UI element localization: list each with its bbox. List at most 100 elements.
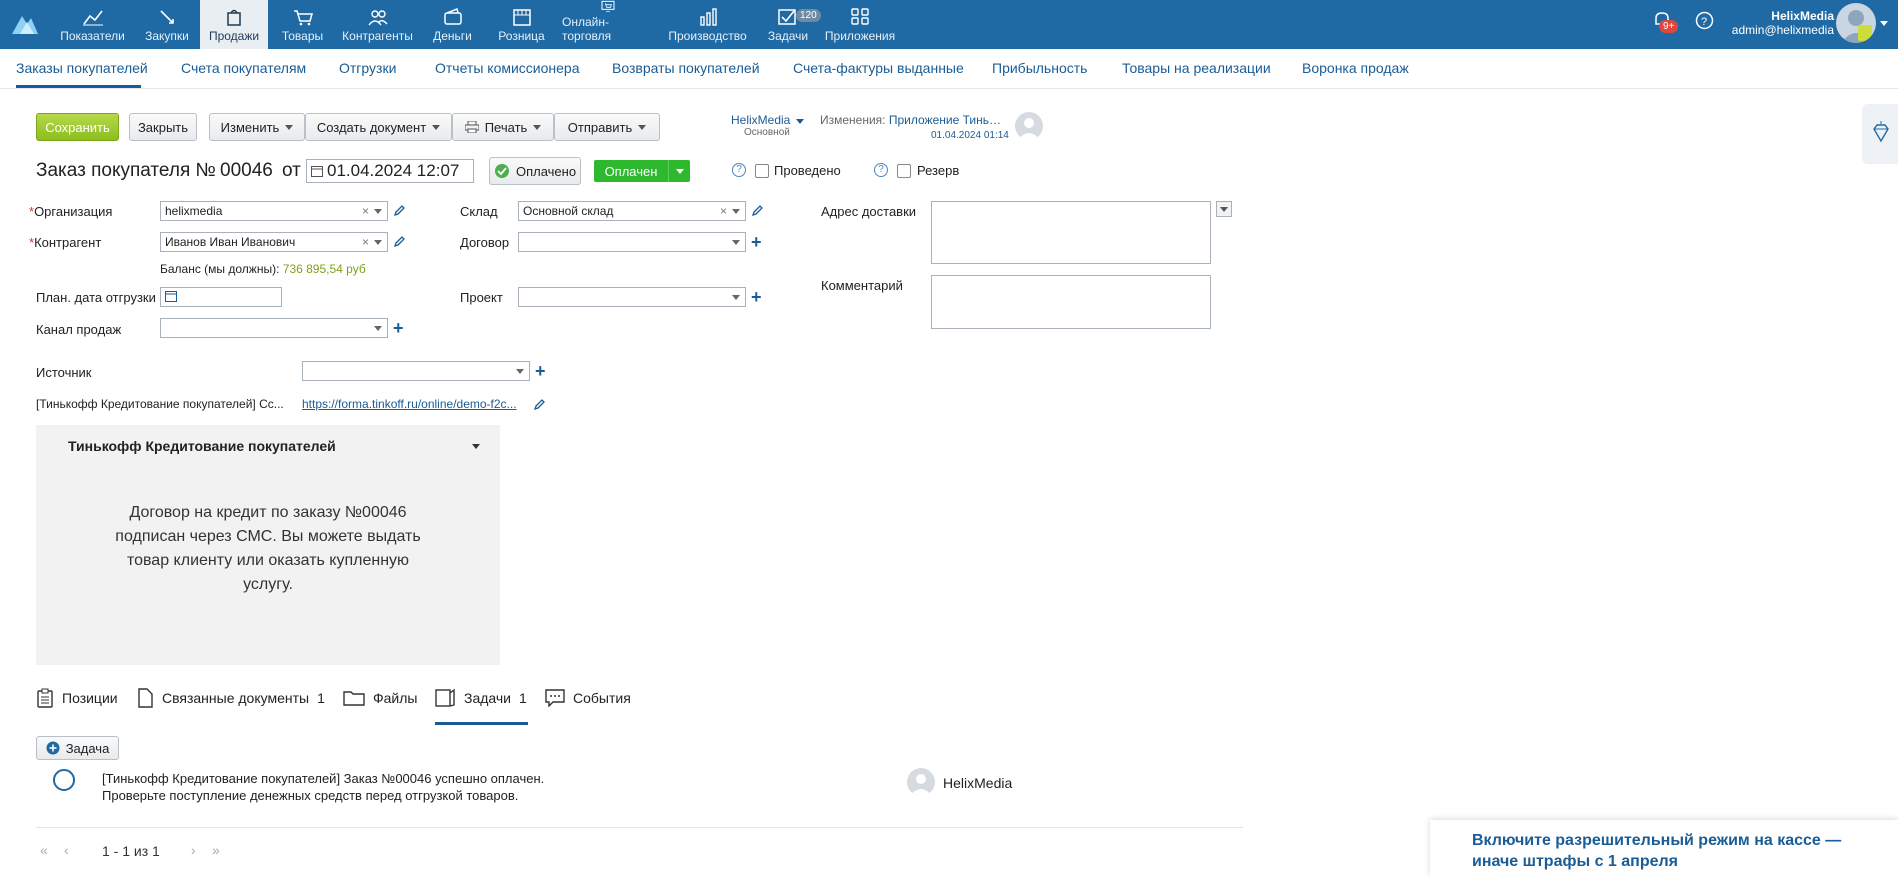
task-description[interactable]: [Тинькофф Кредитование покупателей] Зака… xyxy=(102,770,582,804)
moysklad-logo-icon[interactable] xyxy=(10,8,40,38)
tab-related-documents[interactable]: Связанные документы 1 xyxy=(136,680,325,716)
collapse-caret-icon[interactable] xyxy=(472,444,480,449)
user-menu-caret-icon[interactable] xyxy=(1880,21,1888,26)
changes-author-link[interactable]: Приложение Тинь… xyxy=(889,113,1001,127)
subnav-scheta[interactable]: Счета покупателям xyxy=(181,60,306,76)
user-name: HelixMedia xyxy=(1771,9,1834,23)
pencil-icon[interactable] xyxy=(393,205,405,217)
nav-kontragenty[interactable]: Контрагенты xyxy=(340,0,415,49)
source-select[interactable] xyxy=(302,361,530,381)
nav-proizvodstvo[interactable]: Производство xyxy=(665,0,750,49)
cash-register-promo-banner[interactable]: Включите разрешительный режим на кассе —… xyxy=(1430,820,1898,876)
pencil-icon[interactable] xyxy=(751,205,763,217)
ship-date-input[interactable] xyxy=(160,287,282,307)
pencil-icon[interactable] xyxy=(393,236,405,248)
subnav-pribylnost[interactable]: Прибыльность xyxy=(992,60,1087,76)
close-button[interactable]: Закрыть xyxy=(129,113,197,141)
changes-info: Изменения: Приложение Тинь… xyxy=(820,113,1001,127)
nav-zadachi[interactable]: Задачи xyxy=(762,0,814,49)
add-task-label: Задача xyxy=(65,740,110,756)
subnav-otchety[interactable]: Отчеты комиссионера xyxy=(435,60,580,76)
paid-toggle-button[interactable]: Оплачено xyxy=(489,157,581,185)
posted-help-icon[interactable]: ? xyxy=(732,163,746,177)
chevron-down-icon[interactable] xyxy=(516,369,524,374)
subnav-scheta-faktury[interactable]: Счета-фактуры выданные xyxy=(793,60,964,76)
owner-selector[interactable]: HelixMedia xyxy=(731,113,804,127)
nav-online-torgovlya[interactable]: Онлайн-торговля xyxy=(562,0,654,49)
warehouse-select[interactable]: Основной склад × xyxy=(518,201,746,221)
nav-zakupki[interactable]: Закупки xyxy=(138,0,196,49)
edit-button[interactable]: Изменить xyxy=(209,113,305,141)
nav-roznica[interactable]: Розница xyxy=(490,0,553,49)
chevron-down-icon xyxy=(675,168,684,174)
side-panel-tab[interactable] xyxy=(1862,104,1898,164)
sales-channel-select[interactable] xyxy=(160,318,388,338)
chevron-down-icon[interactable] xyxy=(374,240,382,245)
reserve-checkbox[interactable] xyxy=(897,164,911,178)
add-project-plus-icon[interactable]: + xyxy=(751,288,762,306)
status-value: Оплачен xyxy=(604,163,658,179)
prev-page-icon[interactable]: ‹ xyxy=(64,842,69,858)
tab-files[interactable]: Файлы xyxy=(343,680,417,716)
add-task-button[interactable]: Задача xyxy=(36,736,119,760)
add-contract-plus-icon[interactable]: + xyxy=(751,233,762,251)
subnav-vozvraty[interactable]: Возвраты покупателей xyxy=(612,60,760,76)
posted-checkbox[interactable] xyxy=(755,164,769,178)
clear-icon[interactable]: × xyxy=(362,204,369,218)
organization-select[interactable]: helixmedia × xyxy=(160,201,388,221)
document-date-field[interactable]: 01.04.2024 12:07 xyxy=(306,159,474,183)
tab-tasks[interactable]: Задачи 1 xyxy=(434,680,527,716)
delivery-address-textarea[interactable] xyxy=(931,201,1211,264)
contract-select[interactable] xyxy=(518,232,746,252)
comment-textarea[interactable] xyxy=(931,275,1211,329)
subnav-zakazy[interactable]: Заказы покупателей xyxy=(16,60,148,76)
subnav-tovary-na-realizacii[interactable]: Товары на реализации xyxy=(1122,60,1271,76)
nav-dengi[interactable]: Деньги xyxy=(425,0,480,49)
nav-label: Деньги xyxy=(433,29,472,43)
status-selector[interactable]: Оплачен xyxy=(594,160,690,182)
calendar-icon xyxy=(311,166,323,177)
tab-events[interactable]: События xyxy=(545,680,631,716)
notifications-badge: 9+ xyxy=(1659,20,1679,33)
status-dropdown-toggle[interactable] xyxy=(668,160,690,182)
clear-icon[interactable]: × xyxy=(362,235,369,249)
add-source-plus-icon[interactable]: + xyxy=(535,362,546,380)
document-number[interactable]: 00046 xyxy=(220,160,273,182)
first-page-icon[interactable]: « xyxy=(40,842,48,858)
reserve-help-icon[interactable]: ? xyxy=(874,163,888,177)
send-button[interactable]: Отправить xyxy=(554,113,660,141)
active-tab-underline xyxy=(435,722,528,725)
add-channel-plus-icon[interactable]: + xyxy=(393,319,404,337)
chat-bubble-icon xyxy=(545,689,565,707)
chart-line-icon xyxy=(82,10,103,26)
last-page-icon[interactable]: » xyxy=(212,842,220,858)
chevron-down-icon[interactable] xyxy=(374,326,382,331)
nav-tovary[interactable]: Товары xyxy=(275,0,330,49)
online-store-icon xyxy=(601,0,615,12)
chevron-down-icon[interactable] xyxy=(732,240,740,245)
user-info[interactable]: HelixMedia admin@helixmedia xyxy=(1732,9,1834,37)
nav-prodazhi[interactable]: Продажи xyxy=(200,0,268,49)
tinkoff-form-link[interactable]: https://forma.tinkoff.ru/online/demo-f2c… xyxy=(302,397,528,411)
address-expand-button[interactable] xyxy=(1216,201,1232,217)
nav-label: Розница xyxy=(498,29,545,43)
user-avatar[interactable] xyxy=(1836,3,1876,43)
subnav-otgruzki[interactable]: Отгрузки xyxy=(339,60,396,76)
project-select[interactable] xyxy=(518,287,746,307)
chevron-down-icon[interactable] xyxy=(374,209,382,214)
nav-pokazateli[interactable]: Показатели xyxy=(55,0,130,49)
contractor-select[interactable]: Иванов Иван Иванович × xyxy=(160,232,388,252)
help-icon[interactable]: ? xyxy=(1695,11,1714,30)
chevron-down-icon[interactable] xyxy=(732,209,740,214)
chevron-down-icon[interactable] xyxy=(732,295,740,300)
tab-pozicii[interactable]: Позиции xyxy=(36,680,118,716)
pencil-icon[interactable] xyxy=(533,399,545,411)
create-document-button[interactable]: Создать документ xyxy=(305,113,452,141)
print-button[interactable]: Печать xyxy=(452,113,554,141)
subnav-voronka[interactable]: Воронка продаж xyxy=(1302,60,1409,76)
save-button[interactable]: Сохранить xyxy=(36,113,119,141)
next-page-icon[interactable]: › xyxy=(191,842,196,858)
nav-prilozheniya[interactable]: Приложения xyxy=(824,0,896,49)
task-complete-checkbox[interactable] xyxy=(53,769,75,791)
clear-icon[interactable]: × xyxy=(720,204,727,218)
